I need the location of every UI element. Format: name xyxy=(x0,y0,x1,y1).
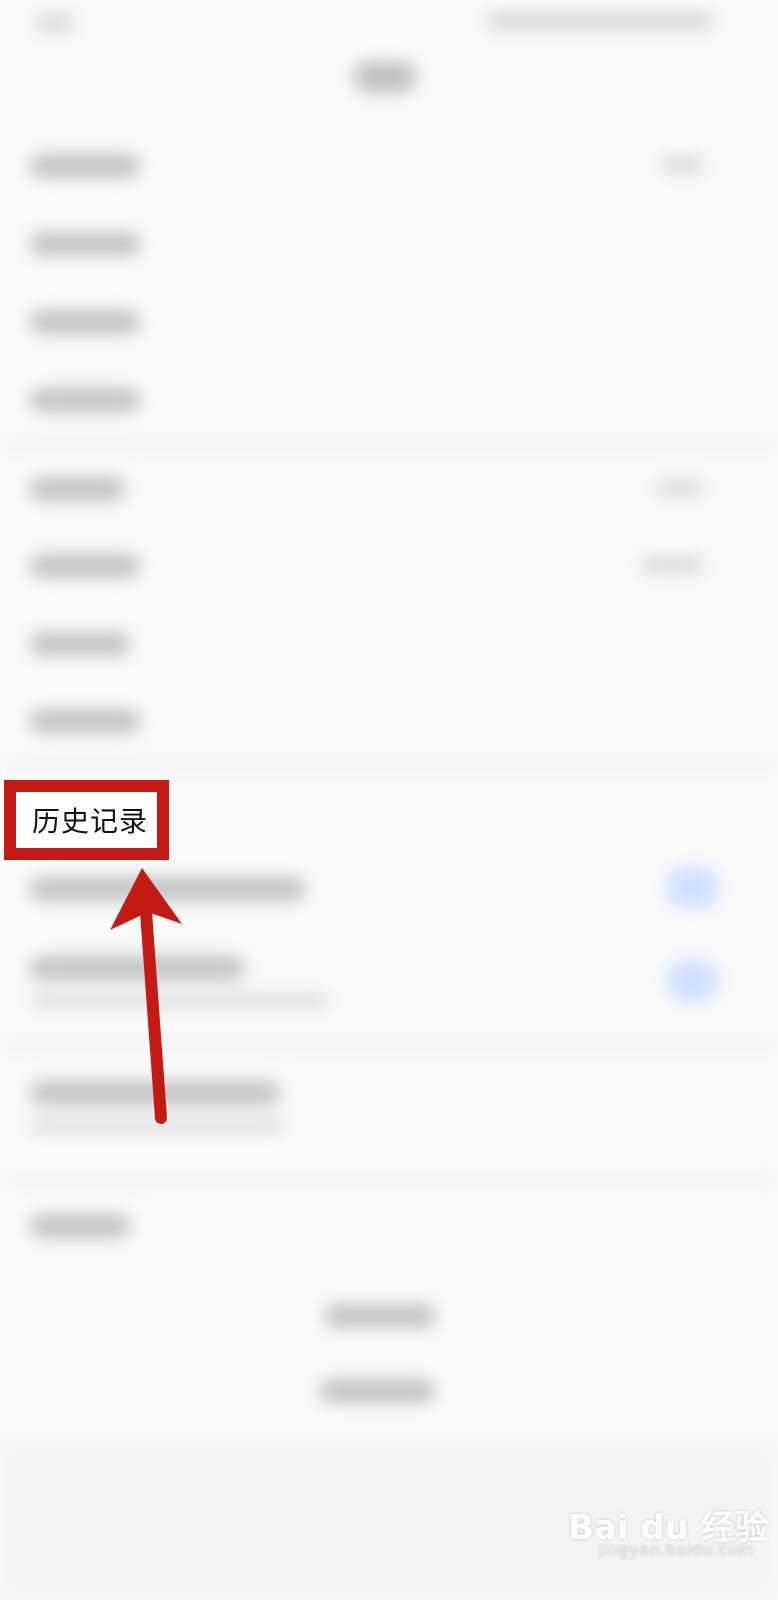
row-label xyxy=(30,1215,130,1237)
row-value xyxy=(660,157,705,173)
status-bar-left xyxy=(35,14,75,32)
row-label xyxy=(30,1082,280,1104)
status-bar-right xyxy=(485,12,715,30)
row-label xyxy=(30,233,140,255)
settings-screen: 历史记录 Bai du 经验 jingyan.baidu.com xyxy=(0,0,778,1600)
toggle-switch xyxy=(665,958,720,1003)
row-value xyxy=(655,480,705,496)
section-separator xyxy=(0,440,778,450)
section-separator xyxy=(0,760,778,770)
row-label xyxy=(30,710,140,732)
baidu-jingyan-watermark: Bai du 经验 jingyan.baidu.com xyxy=(568,1500,769,1570)
page-title-blur xyxy=(355,62,415,92)
bottom-button xyxy=(325,1305,435,1327)
row-label xyxy=(30,311,140,333)
section-separator xyxy=(0,1175,778,1185)
bottom-button xyxy=(320,1380,435,1402)
watermark-url: jingyan.baidu.com xyxy=(598,1540,755,1559)
row-label xyxy=(30,478,125,500)
row-label xyxy=(30,155,140,177)
row-subtitle xyxy=(30,995,330,1007)
row-value xyxy=(640,557,705,573)
section-separator xyxy=(0,1040,778,1050)
row-label xyxy=(30,555,140,577)
row-subtitle xyxy=(30,1120,285,1132)
history-record-label: 历史记录 xyxy=(32,805,149,838)
history-record-item[interactable]: 历史记录 xyxy=(4,780,169,860)
row-label xyxy=(30,878,305,900)
row-label xyxy=(30,633,130,655)
row-label xyxy=(30,389,140,411)
toggle-switch xyxy=(665,865,720,910)
row-label xyxy=(30,957,245,979)
